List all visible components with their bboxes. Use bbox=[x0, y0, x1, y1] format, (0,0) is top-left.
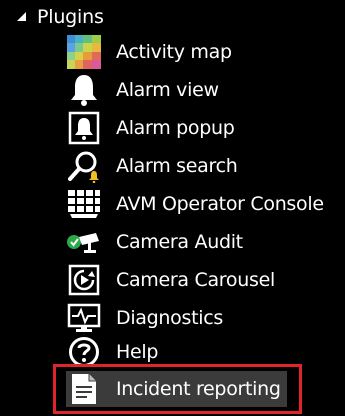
tree-item-camera-audit[interactable]: Camera Audit bbox=[66, 224, 243, 260]
diagnostics-icon bbox=[66, 300, 102, 336]
tree-item-diagnostics[interactable]: Diagnostics bbox=[66, 300, 223, 336]
tree-item-label: Alarm view bbox=[116, 79, 219, 101]
tree-group-label: Plugins bbox=[37, 6, 104, 28]
tree-item-activity-map[interactable]: Activity map bbox=[66, 34, 232, 70]
camera-audit-icon bbox=[66, 224, 102, 260]
tree-item-label: AVM Operator Console bbox=[116, 193, 324, 215]
bell-icon bbox=[66, 72, 102, 108]
tree-item-label: Camera Audit bbox=[116, 231, 243, 253]
plugins-tree: Plugins Activity map Alarm view Alarm po… bbox=[0, 0, 345, 416]
tree-item-alarm-search[interactable]: Alarm search bbox=[66, 148, 238, 184]
alarm-popup-icon bbox=[66, 110, 102, 146]
highlight-box bbox=[53, 364, 302, 414]
tree-item-label: Diagnostics bbox=[116, 307, 223, 329]
tree-item-label: Alarm popup bbox=[116, 117, 235, 139]
tree-item-avm-operator-console[interactable]: AVM Operator Console bbox=[66, 186, 324, 222]
operator-console-icon bbox=[66, 186, 102, 222]
camera-carousel-icon bbox=[66, 262, 102, 298]
expand-triangle-icon[interactable] bbox=[14, 9, 28, 23]
tree-item-label: Activity map bbox=[116, 41, 232, 63]
alarm-search-icon bbox=[66, 148, 102, 184]
tree-group-plugins[interactable]: Plugins bbox=[14, 2, 104, 32]
tree-item-camera-carousel[interactable]: Camera Carousel bbox=[66, 262, 275, 298]
tree-item-label: Camera Carousel bbox=[116, 269, 275, 291]
tree-item-label: Help bbox=[116, 341, 159, 363]
tree-item-alarm-view[interactable]: Alarm view bbox=[66, 72, 219, 108]
tree-item-label: Alarm search bbox=[116, 155, 238, 177]
activity-map-icon bbox=[66, 34, 102, 70]
tree-item-alarm-popup[interactable]: Alarm popup bbox=[66, 110, 235, 146]
